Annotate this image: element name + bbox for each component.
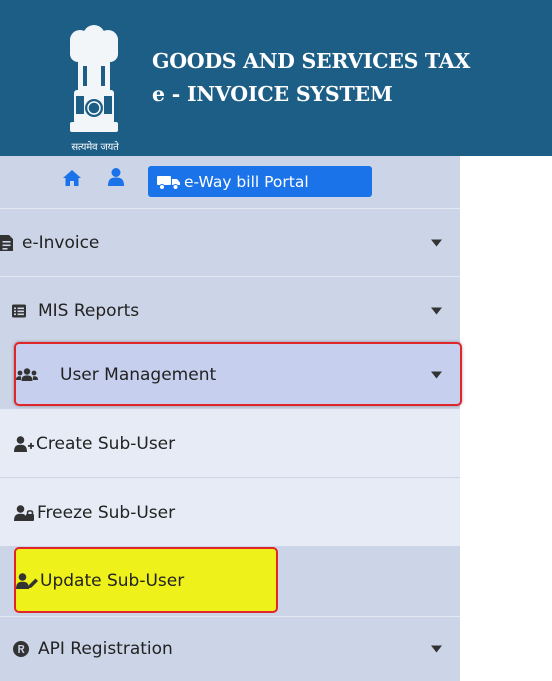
user-lock-icon <box>14 504 34 521</box>
national-emblem-icon <box>70 25 118 132</box>
user-icon[interactable] <box>108 167 124 187</box>
sidebar-item-mis-reports[interactable]: MIS Reports <box>0 276 460 344</box>
chevron-down-icon <box>431 645 442 653</box>
app-title: GOODS AND SERVICES TAX <box>152 49 470 73</box>
sidebar-item-e-invoice[interactable]: e-Invoice <box>0 208 460 276</box>
sidebar-subitem-create-sub-user[interactable]: Create Sub-User <box>0 409 460 477</box>
user-edit-icon <box>16 573 38 589</box>
list-icon <box>12 304 26 317</box>
sidebar-item-label: Update Sub-User <box>40 571 185 591</box>
chevron-down-icon <box>431 307 442 314</box>
main-content-area <box>460 208 552 681</box>
chevron-down-icon <box>431 239 442 246</box>
sidebar-subitem-update-sub-user[interactable]: Update Sub-User <box>0 547 460 615</box>
app-subtitle: e - INVOICE SYSTEM <box>152 82 393 106</box>
sidebar-subitem-freeze-sub-user[interactable]: Freeze Sub-User <box>0 478 460 546</box>
sidebar-item-label: Create Sub-User <box>36 433 176 454</box>
sidebar-item-label: API Registration <box>38 639 173 659</box>
sidebar-item-label: MIS Reports <box>38 300 140 321</box>
sidebar-item-api-registration[interactable]: API Registration <box>0 616 460 681</box>
users-icon <box>16 368 38 381</box>
user-plus-icon <box>14 435 34 452</box>
portal-button-label: e-Way bill Portal <box>184 172 309 191</box>
sidebar-item-label: User Management <box>60 365 217 385</box>
sidebar-item-label: e-Invoice <box>22 232 100 253</box>
document-icon <box>0 234 13 251</box>
emblem-caption: सत्यमेव जयते <box>71 142 119 153</box>
chevron-down-icon <box>431 371 442 379</box>
truck-icon <box>157 175 180 190</box>
sidebar-item-user-management[interactable]: User Management <box>0 342 460 408</box>
home-icon[interactable] <box>62 169 82 187</box>
sidebar-item-label: Freeze Sub-User <box>37 502 176 523</box>
registered-icon <box>13 641 29 657</box>
eway-bill-portal-button[interactable]: e-Way bill Portal <box>148 166 372 197</box>
